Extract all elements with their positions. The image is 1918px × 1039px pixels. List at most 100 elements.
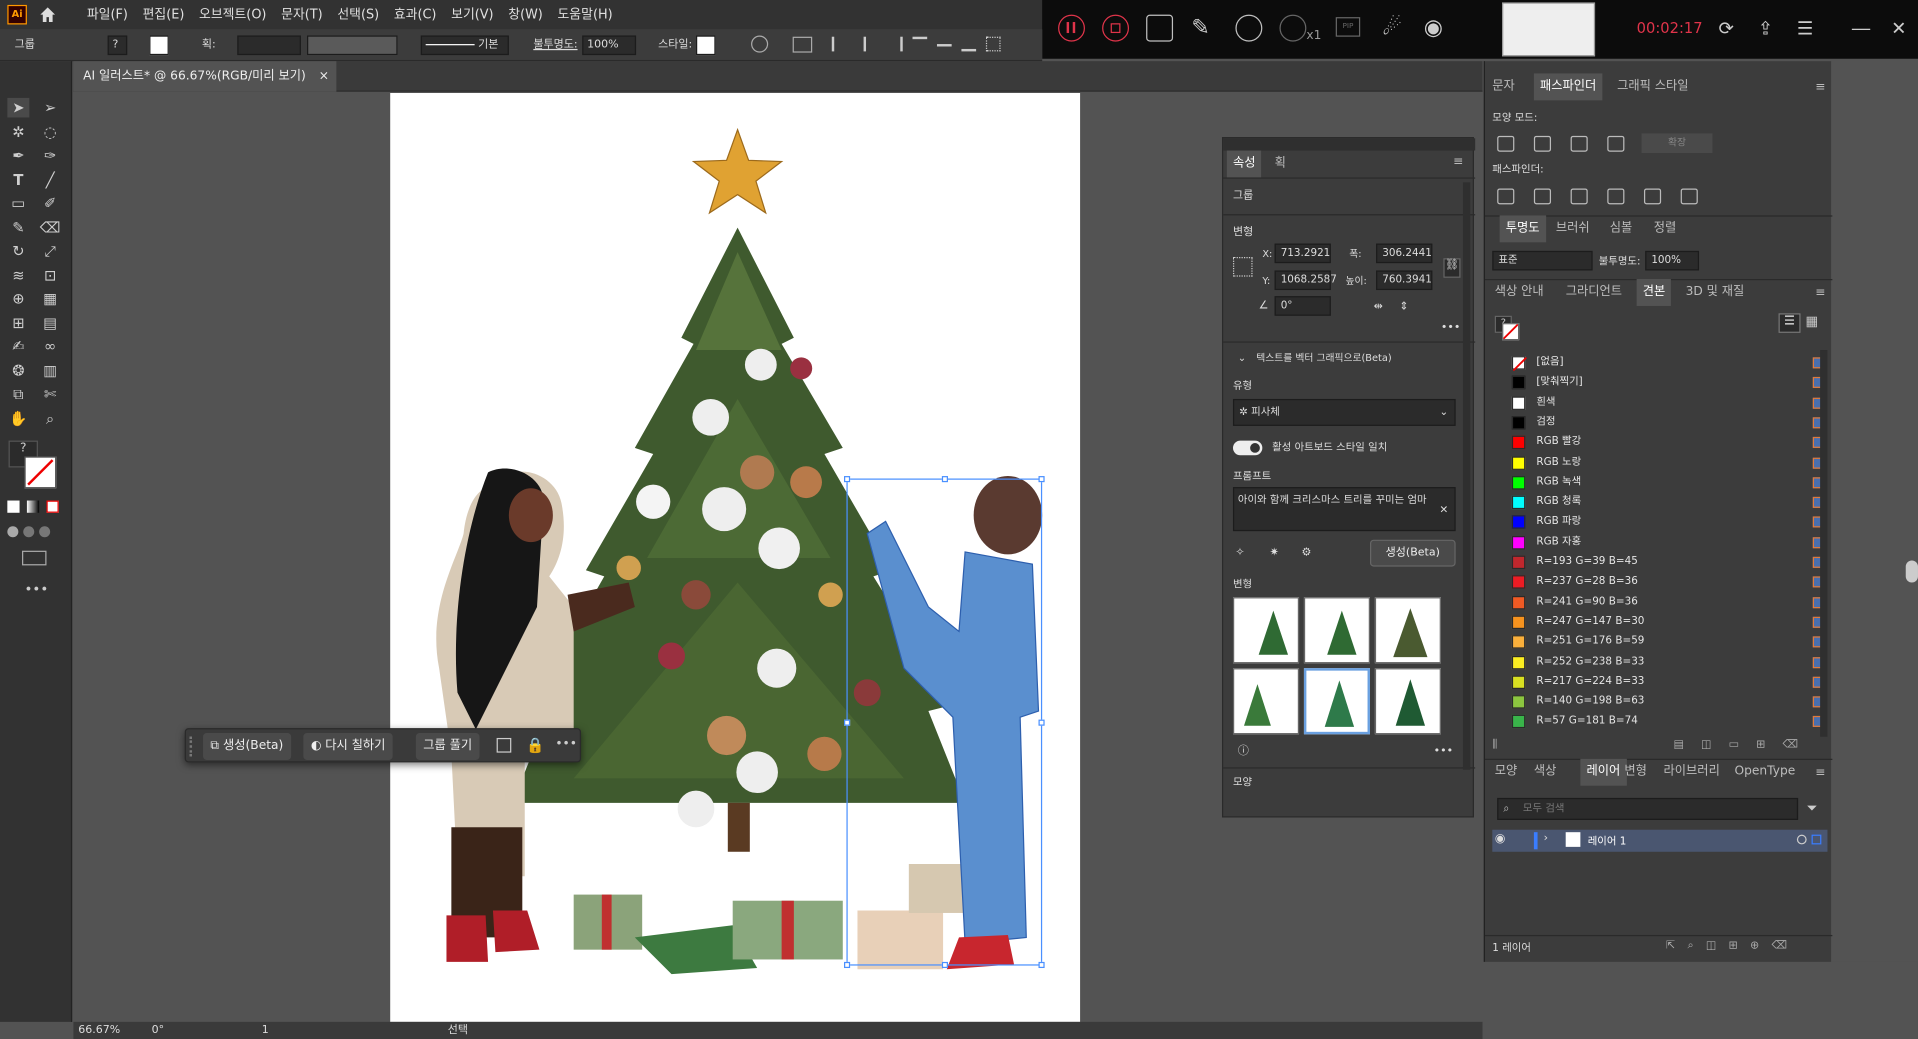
- eraser-icon[interactable]: ⌫: [39, 218, 61, 238]
- curvature-tool-icon[interactable]: ✑: [39, 146, 61, 166]
- panel-menu-icon[interactable]: ≡: [1815, 286, 1825, 299]
- swatch-row[interactable]: 검정: [1511, 412, 1830, 432]
- info-icon[interactable]: ⓘ: [1238, 743, 1249, 760]
- rotation-field[interactable]: 0°: [152, 1022, 165, 1039]
- none-mode-icon[interactable]: [46, 500, 59, 513]
- drag-handle-icon[interactable]: [189, 736, 195, 757]
- tab-gradient[interactable]: 그라디언트: [1566, 279, 1622, 306]
- merge-icon[interactable]: [1570, 188, 1588, 205]
- menu-edit[interactable]: 편집(E): [135, 0, 191, 29]
- locate-object-icon[interactable]: ⌕: [1687, 940, 1693, 955]
- zoom-tool-icon[interactable]: ⌕: [39, 409, 61, 429]
- draw-normal-icon[interactable]: [7, 526, 19, 538]
- fill-swatch[interactable]: ?: [107, 35, 128, 56]
- stroke-color-icon[interactable]: [24, 456, 57, 489]
- resize-handle[interactable]: [941, 476, 948, 483]
- menu-select[interactable]: 선택(S): [330, 0, 386, 29]
- warp-tool-icon[interactable]: ≋: [7, 266, 29, 286]
- swatch-row[interactable]: [맞춰찍기]: [1511, 372, 1830, 392]
- resize-handle[interactable]: [941, 961, 948, 969]
- ungroup-button[interactable]: 그룹 풀기: [415, 733, 480, 760]
- export-icon[interactable]: ⇪: [1758, 17, 1780, 39]
- zoom-in-icon[interactable]: [1235, 14, 1263, 42]
- clipping-mask-icon[interactable]: ◫: [1706, 940, 1716, 955]
- graph-tool-icon[interactable]: ▥: [39, 361, 61, 381]
- graphic-style-swatch[interactable]: [696, 35, 716, 56]
- expand-layer-icon[interactable]: ›: [1544, 832, 1548, 844]
- align-right-icon[interactable]: [888, 36, 903, 52]
- prompt-input[interactable]: 아이와 함께 크리스마스 트리를 꾸미는 엄마 ✕: [1232, 487, 1456, 532]
- swatch-row[interactable]: [없음]: [1511, 352, 1830, 372]
- delete-layer-icon[interactable]: ⌫: [1771, 940, 1787, 955]
- transform-icon[interactable]: [792, 36, 813, 53]
- flip-vertical-icon[interactable]: ⇕: [1399, 299, 1408, 316]
- trim-icon[interactable]: [1533, 188, 1552, 205]
- swatch-row[interactable]: R=193 G=39 B=45: [1511, 552, 1830, 572]
- opacity-field[interactable]: 100%: [582, 35, 637, 56]
- tab-opentype[interactable]: OpenType: [1734, 759, 1795, 786]
- refresh-icon[interactable]: ⟳: [1719, 17, 1741, 39]
- filter-icon[interactable]: ⏷: [1807, 800, 1818, 817]
- align-bottom-icon[interactable]: [961, 37, 977, 52]
- swatch-row[interactable]: RGB 파랑: [1511, 512, 1830, 532]
- color-mode-icon[interactable]: [7, 500, 20, 513]
- blend-tool-icon[interactable]: ∞: [39, 337, 61, 357]
- variation-thumbnail[interactable]: [1374, 668, 1441, 735]
- expand-button[interactable]: 확장: [1641, 133, 1713, 153]
- tab-character[interactable]: 문자: [1492, 73, 1515, 100]
- menu-file[interactable]: 파일(F): [80, 0, 136, 29]
- document-tab[interactable]: AI 일러스트* @ 66.67%(RGB/미리 보기) ×: [73, 61, 337, 92]
- gradient-tool-icon[interactable]: ▤: [39, 313, 61, 333]
- swatch-row[interactable]: RGB 자홍: [1511, 532, 1830, 552]
- copy-icon[interactable]: [496, 737, 512, 753]
- swatch-options-icon[interactable]: ◫: [1701, 739, 1711, 756]
- target-icon[interactable]: [1796, 834, 1807, 845]
- new-group-icon[interactable]: ▭: [1729, 739, 1739, 756]
- resize-handle[interactable]: [1038, 476, 1045, 483]
- intersect-icon[interactable]: [1570, 135, 1588, 152]
- edit-toolbar-icon[interactable]: •••: [24, 581, 48, 597]
- swatch-row[interactable]: RGB 녹색: [1511, 472, 1830, 492]
- close-icon[interactable]: ✕: [1891, 17, 1913, 39]
- height-field[interactable]: 760.3941: [1376, 270, 1433, 291]
- pip-icon[interactable]: PIP: [1335, 17, 1361, 37]
- tab-symbols[interactable]: 심볼: [1610, 215, 1633, 242]
- menu-effect[interactable]: 효과(C): [386, 0, 443, 29]
- flip-horizontal-icon[interactable]: ⇹: [1374, 299, 1383, 316]
- delete-swatch-icon[interactable]: ⌫: [1782, 739, 1798, 756]
- stroke-weight-field[interactable]: [237, 35, 301, 56]
- tab-transform[interactable]: 변형: [1624, 759, 1647, 786]
- tab-properties[interactable]: 속성: [1226, 150, 1262, 178]
- pen-tool-icon[interactable]: ✒: [7, 146, 29, 166]
- opacity-label[interactable]: 불투명도:: [533, 37, 577, 54]
- zoom-level-field[interactable]: 66.67%: [78, 1022, 120, 1039]
- panel-menu-icon[interactable]: ≡: [1815, 81, 1825, 94]
- x-field[interactable]: 713.2921: [1274, 243, 1331, 264]
- type-dropdown[interactable]: ✲ 피사체 ⌄: [1232, 398, 1456, 426]
- variation-thumbnail[interactable]: [1232, 668, 1300, 735]
- menu-icon[interactable]: ☰: [1797, 17, 1819, 39]
- mesh-tool-icon[interactable]: ⊞: [7, 313, 29, 333]
- artboard-tool-icon[interactable]: ⧉: [7, 384, 29, 404]
- clear-prompt-icon[interactable]: ✕: [1440, 504, 1449, 516]
- layer-search-input[interactable]: ⌕ 모두 검색: [1497, 797, 1799, 820]
- swatch-row[interactable]: R=140 G=198 B=63: [1511, 692, 1830, 712]
- tab-layers[interactable]: 레이어: [1580, 758, 1627, 786]
- divide-icon[interactable]: [1497, 188, 1515, 205]
- stroke-swatch[interactable]: [149, 35, 169, 56]
- menu-window[interactable]: 창(W): [501, 0, 550, 29]
- tab-align[interactable]: 정렬: [1654, 215, 1677, 242]
- tab-color[interactable]: 색상: [1534, 759, 1557, 786]
- zoom-out-icon[interactable]: [1279, 14, 1307, 42]
- eye-icon[interactable]: ◉: [1424, 15, 1451, 42]
- swatch-row[interactable]: R=57 G=181 B=74: [1511, 712, 1830, 732]
- stop-icon[interactable]: [1102, 14, 1130, 42]
- menu-view[interactable]: 보기(V): [444, 0, 501, 29]
- outline-icon[interactable]: [1643, 188, 1662, 205]
- effects-icon[interactable]: ✷: [1270, 545, 1279, 562]
- resize-handle[interactable]: [844, 961, 851, 969]
- collapse-chevron-icon[interactable]: ⌄: [1238, 350, 1246, 367]
- symbol-sprayer-icon[interactable]: ❂: [7, 361, 29, 381]
- match-style-toggle[interactable]: [1232, 440, 1263, 456]
- swatch-row[interactable]: 흰색: [1511, 392, 1830, 412]
